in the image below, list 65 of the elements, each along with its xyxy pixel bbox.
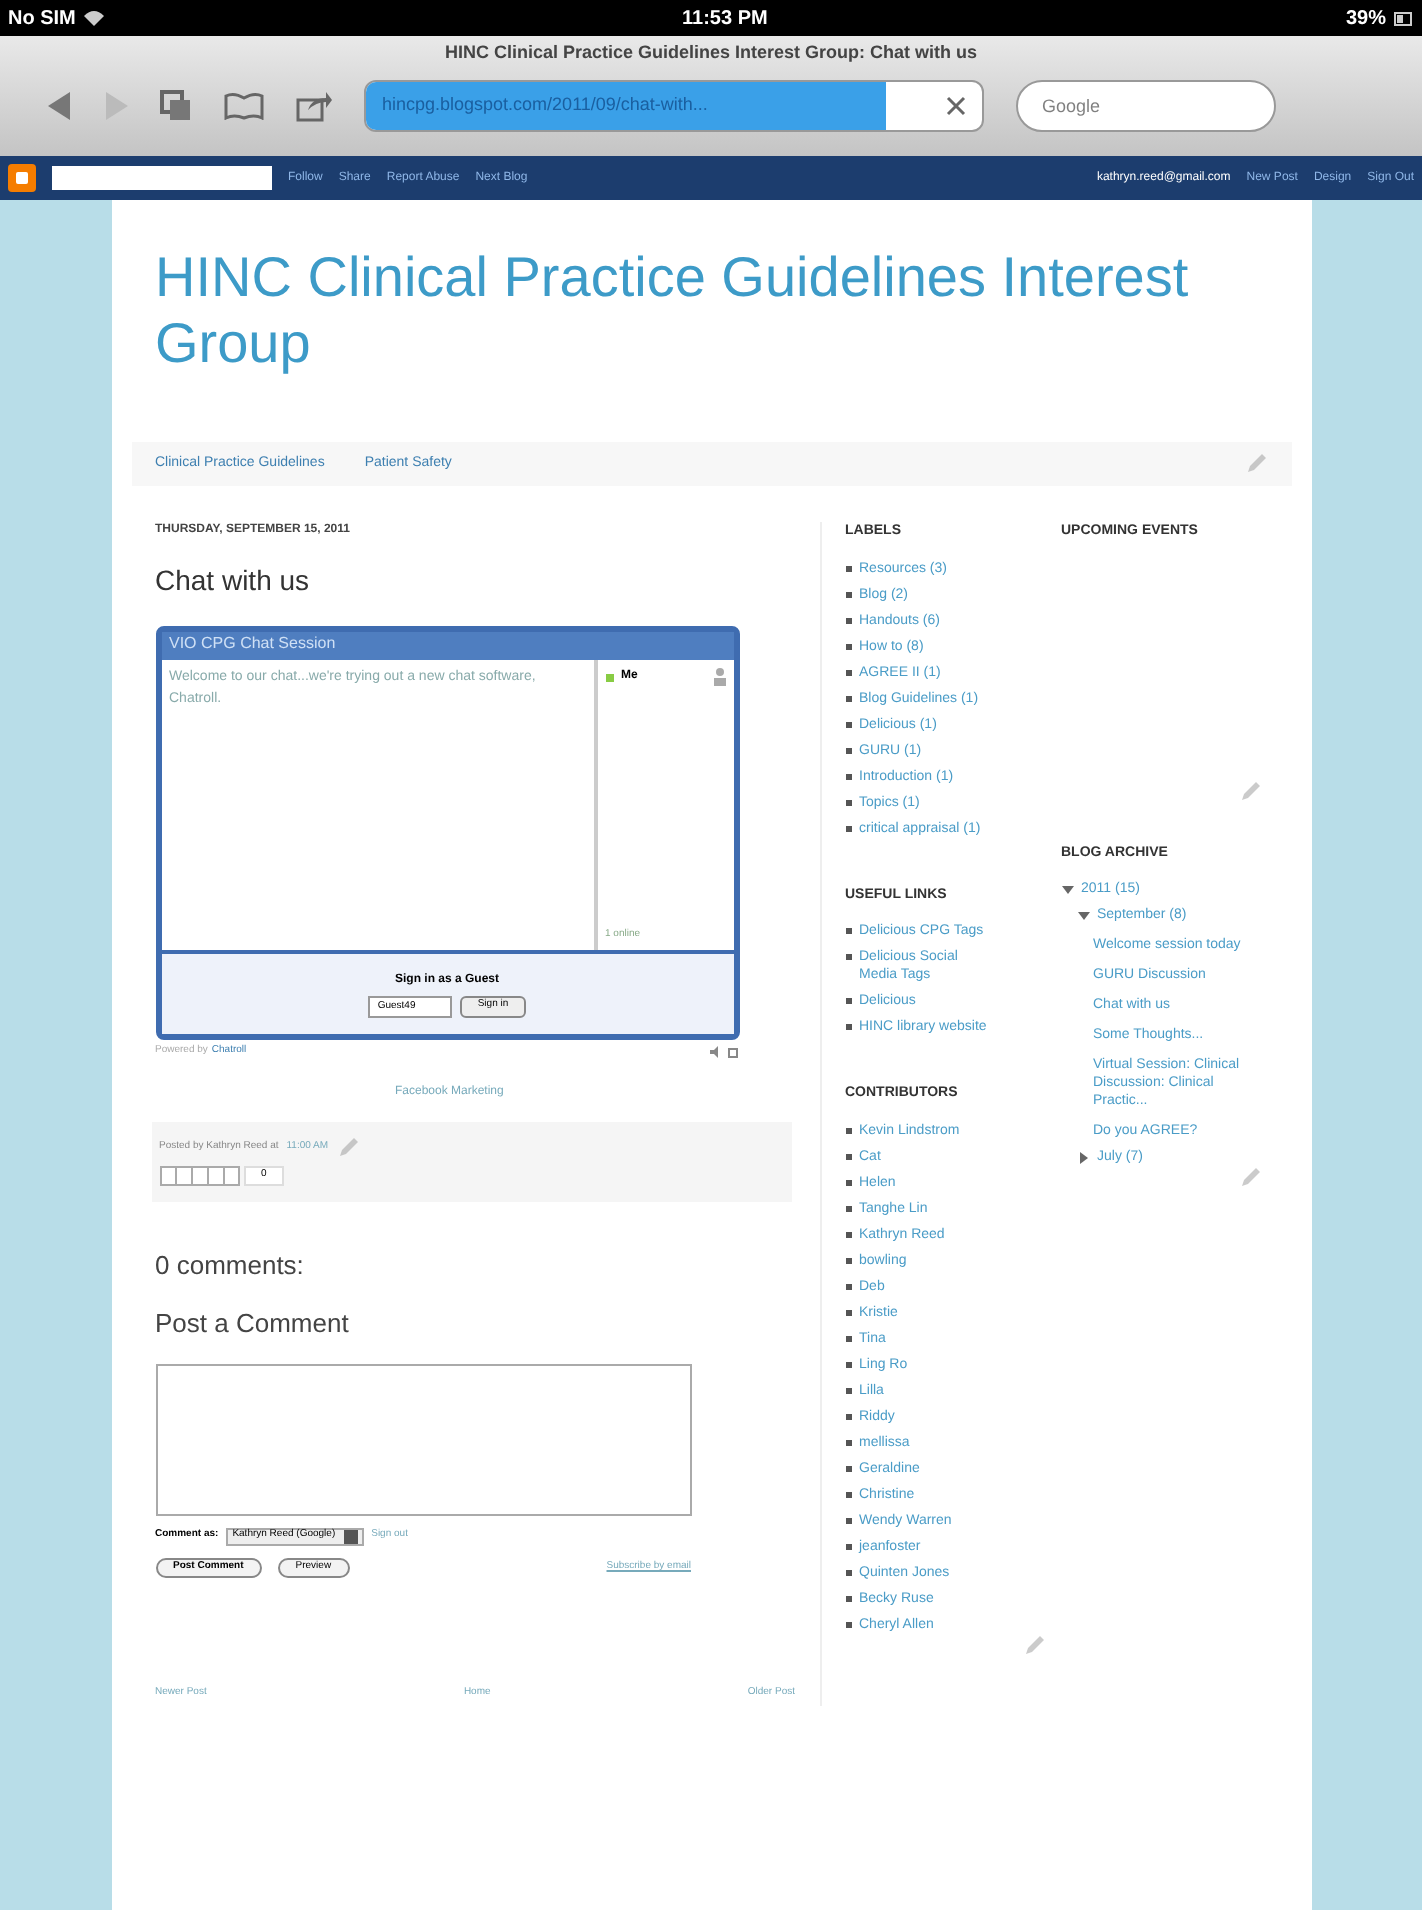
bullet-icon (845, 825, 851, 831)
page-title: HINC Clinical Practice Guidelines Interest Group: Chat with us (442, 40, 980, 66)
caret-right-icon[interactable] (1077, 1151, 1089, 1163)
bullet-icon (845, 643, 851, 649)
bullet-icon (845, 1153, 851, 1159)
bullet-icon (845, 1361, 851, 1367)
bullet-icon (845, 1491, 851, 1497)
bullet-icon (845, 1335, 851, 1341)
bullet-icon (845, 954, 851, 960)
url-field[interactable]: hincpg.blogspot.com/2011/09/chat-with... (364, 79, 984, 131)
close-icon[interactable] (946, 95, 966, 115)
clock-text: 11:53 PM (682, 5, 768, 33)
share-icon[interactable] (296, 89, 332, 121)
bullet-icon (845, 1543, 851, 1549)
bullet-icon (845, 1439, 851, 1445)
battery-text: 39% (1345, 5, 1386, 33)
sound-icon[interactable] (709, 1045, 723, 1058)
bullet-icon (845, 617, 851, 623)
wifi-icon (83, 10, 104, 26)
bullet-icon (845, 1465, 851, 1471)
bullet-icon (845, 773, 851, 779)
bullet-icon (845, 998, 851, 1004)
share-buttons-icon[interactable] (159, 1166, 239, 1186)
blog-title[interactable]: HINC Clinical Practice Guidelines Interest Group (155, 244, 1195, 376)
bullet-icon (845, 1621, 851, 1627)
bullet-icon (845, 1024, 851, 1030)
comment-field[interactable] (155, 1363, 691, 1515)
post-comment-heading: Post a Comment (155, 1306, 351, 1342)
bullet-icon (845, 747, 851, 753)
bullet-icon (845, 1309, 851, 1315)
pages-icon[interactable] (160, 89, 192, 121)
bullet-icon (845, 1179, 851, 1185)
bullet-icon (845, 928, 851, 934)
back-icon[interactable] (48, 91, 72, 119)
comments-heading: 0 comments: (155, 1247, 306, 1283)
blogger-logo-icon[interactable] (8, 164, 36, 192)
navbar-search-field[interactable] (52, 166, 272, 190)
bullet-icon (845, 591, 851, 597)
url-text: hincpg.blogspot.com/2011/09/chat-with... (382, 91, 708, 118)
popout-icon[interactable] (727, 1045, 739, 1058)
bullet-icon (845, 1413, 851, 1419)
bullet-icon (845, 799, 851, 805)
search-field[interactable]: Google (1016, 79, 1276, 131)
bullet-icon (845, 1205, 851, 1211)
bullet-icon (845, 1517, 851, 1523)
bullet-icon (845, 1231, 851, 1237)
bullet-icon (845, 721, 851, 727)
post-title: Chat with us (155, 562, 312, 600)
bullet-icon (845, 1387, 851, 1393)
bullet-icon (845, 565, 851, 571)
caret-down-icon[interactable] (1077, 909, 1089, 921)
chat-title: VIO CPG Chat Session (161, 632, 733, 660)
bullet-icon (845, 1127, 851, 1133)
bullet-icon (845, 669, 851, 675)
battery-icon (1394, 11, 1414, 25)
bullet-icon (845, 695, 851, 701)
caret-down-icon[interactable] (1061, 883, 1073, 895)
bullet-icon (845, 1257, 851, 1263)
bullet-icon (845, 1595, 851, 1601)
book-icon[interactable] (224, 91, 264, 119)
bullet-icon (845, 1569, 851, 1575)
dropdown-icon (343, 1529, 358, 1543)
carrier-text: No SIM (8, 5, 76, 33)
bullet-icon (845, 1283, 851, 1289)
person-icon (713, 668, 725, 686)
